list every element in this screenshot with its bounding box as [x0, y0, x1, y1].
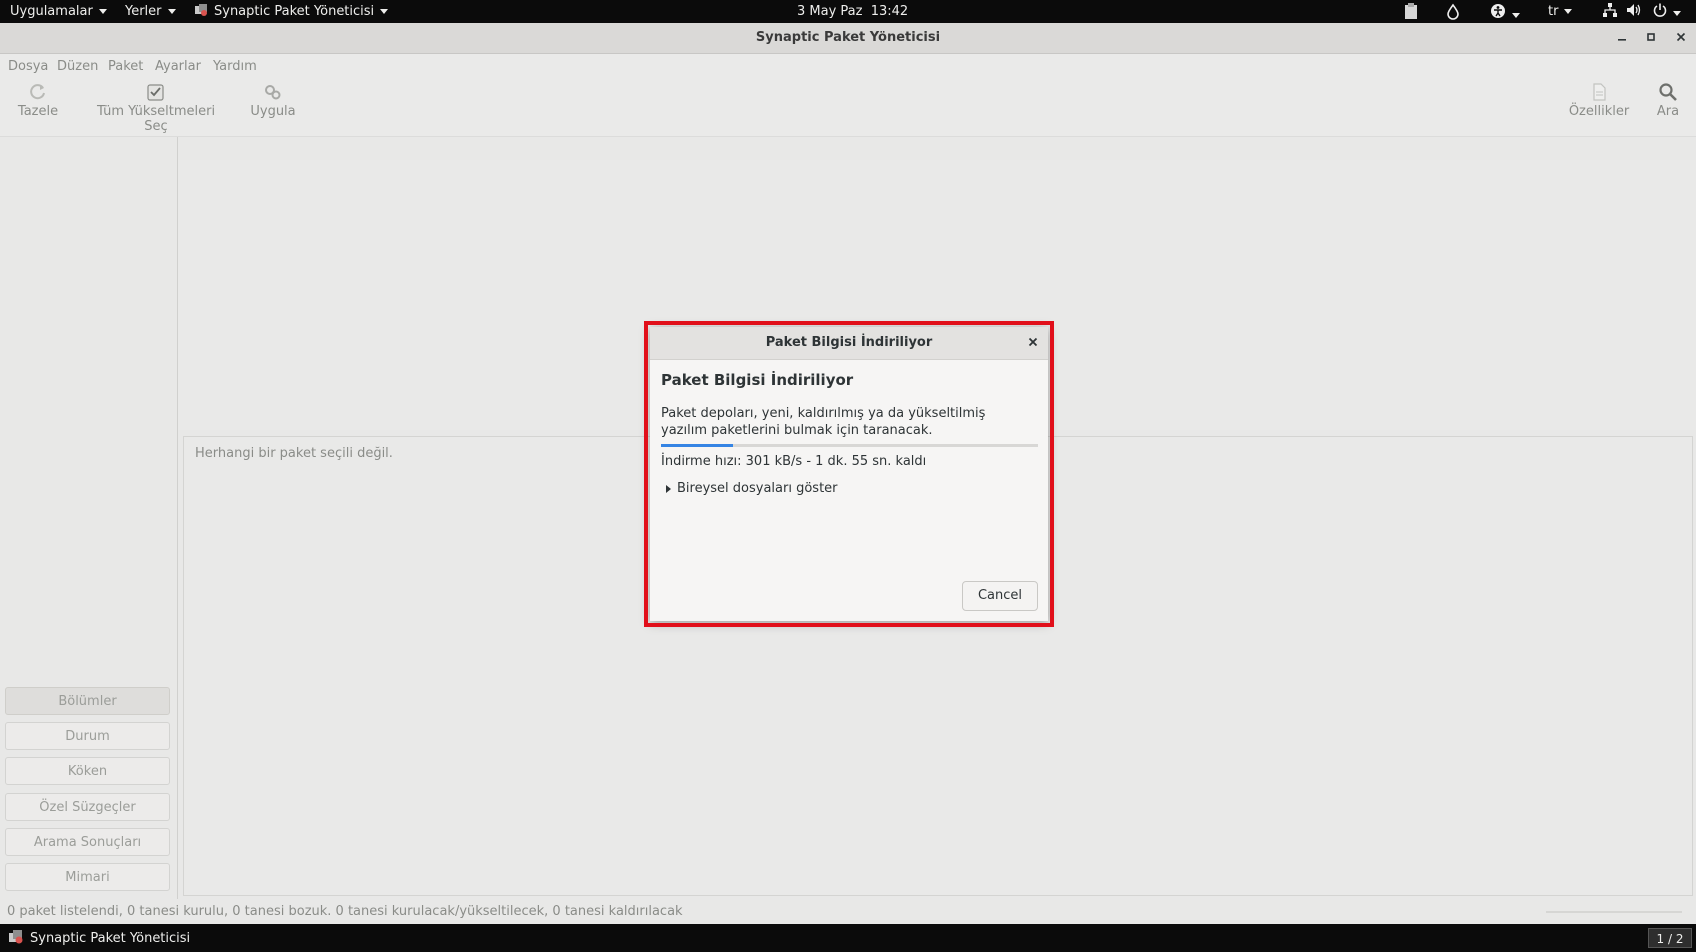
menu-package[interactable]: Paket: [108, 59, 143, 74]
current-app-menu[interactable]: Synaptic Paket Yöneticisi: [194, 0, 389, 23]
search-label: Ara: [1656, 104, 1680, 119]
filter-custom-button[interactable]: Özel Süzgeçler: [5, 793, 170, 821]
places-menu[interactable]: Yerler: [125, 0, 176, 23]
applications-label: Uygulamalar: [10, 4, 93, 19]
taskbar-window-button[interactable]: Synaptic Paket Yöneticisi: [8, 929, 190, 946]
apply-label: Uygula: [250, 104, 296, 119]
filter-sections-button[interactable]: Bölümler: [5, 687, 170, 715]
workspace-indicator[interactable]: 1 / 2: [1648, 928, 1692, 948]
chevron-down-icon: [1673, 10, 1681, 16]
properties-button[interactable]: Özellikler: [1568, 82, 1630, 119]
toolbar: Tazele Tüm Yükseltmeleri Seç Uygula Özel…: [0, 78, 1696, 137]
close-icon: [1676, 32, 1686, 42]
menu-bar: Dosya Düzen Paket Ayarlar Yardım: [0, 54, 1696, 78]
volume-icon[interactable]: [1625, 3, 1643, 20]
properties-document-icon: [1593, 83, 1606, 101]
filter-sidebar: Bölümler Durum Köken Özel Süzgeçler Aram…: [0, 137, 178, 899]
window-title: Synaptic Paket Yöneticisi: [755, 30, 941, 45]
reload-icon: [30, 84, 45, 100]
keyboard-layout-label: tr: [1548, 4, 1559, 19]
dialog-highlight-frame: [644, 321, 1054, 627]
filter-architecture-button[interactable]: Mimari: [5, 863, 170, 891]
chevron-down-icon: [1564, 9, 1573, 14]
menu-edit[interactable]: Düzen: [57, 59, 98, 74]
chevron-down-icon: [167, 9, 176, 14]
accessibility-icon: [1491, 4, 1505, 18]
package-list-header: [178, 137, 1696, 160]
menu-settings[interactable]: Ayarlar: [155, 59, 201, 74]
network-icon[interactable]: [1602, 3, 1618, 20]
filter-origin-button[interactable]: Köken: [5, 757, 170, 785]
maximize-icon: [1647, 33, 1655, 41]
night-light-icon[interactable]: [1445, 3, 1461, 20]
applications-menu[interactable]: Uygulamalar: [10, 0, 107, 23]
filter-search-results-button[interactable]: Arama Sonuçları: [5, 828, 170, 856]
places-label: Yerler: [125, 4, 162, 19]
clipboard-icon[interactable]: [1403, 3, 1419, 20]
menu-help[interactable]: Yardım: [213, 59, 257, 74]
no-package-selected-text: Herhangi bir paket seçili değil.: [195, 446, 393, 461]
clock-label: 3 May Paz 13:42: [797, 4, 909, 19]
bottom-taskbar: Synaptic Paket Yöneticisi 1 / 2: [0, 924, 1696, 952]
keyboard-layout-menu[interactable]: tr: [1548, 0, 1573, 23]
chevron-down-icon: [1512, 12, 1520, 18]
system-menu[interactable]: [1650, 3, 1684, 20]
search-icon: [1659, 83, 1677, 101]
maximize-button[interactable]: [1643, 30, 1659, 46]
reload-label: Tazele: [17, 104, 59, 119]
reload-button[interactable]: Tazele: [16, 82, 60, 119]
current-app-label: Synaptic Paket Yöneticisi: [214, 4, 375, 19]
status-bar: 0 paket listelendi, 0 tanesi kurulu, 0 t…: [0, 900, 1696, 923]
apply-gears-icon: [265, 85, 281, 100]
status-progress-track: [1546, 911, 1682, 913]
apply-button[interactable]: Uygula: [250, 82, 296, 119]
upgrade-checklist-icon: [147, 84, 164, 101]
chevron-down-icon: [98, 9, 107, 14]
synaptic-app-icon: [9, 930, 23, 944]
minimize-button[interactable]: [1614, 30, 1630, 46]
close-button[interactable]: [1673, 30, 1689, 46]
properties-label: Özellikler: [1568, 104, 1630, 119]
menu-file[interactable]: Dosya: [8, 59, 48, 74]
window-titlebar[interactable]: Synaptic Paket Yöneticisi: [0, 23, 1696, 54]
synaptic-app-icon: [195, 4, 207, 16]
mark-all-upgrades-button[interactable]: Tüm Yükseltmeleri Seç: [86, 82, 226, 134]
mark-all-upgrades-label: Tüm Yükseltmeleri Seç: [96, 104, 216, 134]
chevron-down-icon: [380, 9, 389, 14]
status-text: 0 paket listelendi, 0 tanesi kurulu, 0 t…: [7, 904, 683, 919]
top-bar: Uygulamalar Yerler Synaptic Paket Yöneti…: [0, 0, 1696, 23]
accessibility-menu[interactable]: [1490, 3, 1520, 20]
power-icon: [1653, 3, 1667, 17]
filter-status-button[interactable]: Durum: [5, 722, 170, 750]
clock[interactable]: 3 May Paz 13:42: [797, 0, 908, 23]
minimize-icon: [1618, 39, 1626, 41]
taskbar-app-label: Synaptic Paket Yöneticisi: [30, 931, 191, 946]
search-button[interactable]: Ara: [1652, 82, 1684, 119]
